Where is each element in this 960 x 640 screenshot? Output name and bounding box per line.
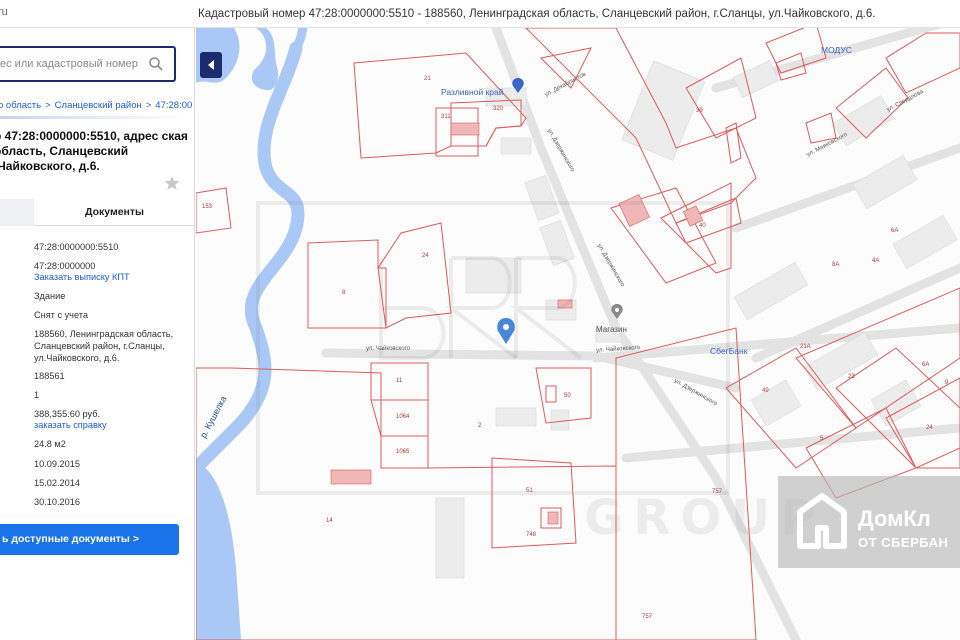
parcel-number: 50 xyxy=(564,393,571,399)
field-address: 188560, Ленинградская область, Сланцевск… xyxy=(34,329,174,363)
parcel-number: 21А xyxy=(800,344,811,350)
parcel-number: 14 xyxy=(326,518,333,524)
field-date-registered: 10.09.2015 xyxy=(34,459,80,469)
field-cadastral-number: 47:28:0000000:5510 xyxy=(34,242,119,252)
parcel-number: 6А xyxy=(922,362,930,368)
chevron-left-icon xyxy=(208,60,214,70)
poi-magazin[interactable]: Магазин xyxy=(596,325,627,334)
parcel-number: 8А xyxy=(832,262,840,268)
breadcrumb-region[interactable]: о область xyxy=(0,100,41,111)
banner-name: ДомКл xyxy=(858,506,931,531)
field-date-updated: 15.02.2014 xyxy=(34,478,80,488)
field-floors: 1 xyxy=(34,390,40,400)
search-icon[interactable] xyxy=(148,56,164,72)
poi-razlivnoy-krai[interactable]: Разливной край xyxy=(441,87,504,97)
field-index: 188561 xyxy=(34,371,65,381)
street-chaikovskogo: ул. Чайковского xyxy=(366,346,410,352)
field-area: 24.8 м2 xyxy=(34,439,66,449)
parcel-number: 49 xyxy=(762,388,769,394)
search-input[interactable] xyxy=(0,48,146,80)
field-date-removed: 30.10.2016 xyxy=(34,497,80,507)
parcel-number: 23 xyxy=(848,374,855,380)
parcel-number: 311 xyxy=(441,114,451,120)
parcel-number: 11 xyxy=(396,378,403,384)
order-certificate-link[interactable]: заказать справку xyxy=(34,419,192,431)
site-name: ru xyxy=(0,6,8,18)
breadcrumb: о область > Сланцевский район >47:28:00 xyxy=(0,100,193,111)
parcel-number: 1064 xyxy=(396,414,410,420)
collapse-panel-button[interactable] xyxy=(200,52,222,78)
field-object-type: Здание xyxy=(34,291,66,301)
poi-modus[interactable]: МОДУС xyxy=(821,45,852,55)
domklik-banner[interactable]: ДомКл ОТ СБЕРБАН xyxy=(778,476,960,568)
banner-subtitle: ОТ СБЕРБАН xyxy=(858,535,949,550)
parcel-number: 40 xyxy=(699,223,706,229)
breadcrumb-district[interactable]: Сланцевский район xyxy=(55,100,142,111)
parcel-number: 4А xyxy=(872,258,880,264)
top-bar: ru Кадастровый номер 47:28:0000000:5510 … xyxy=(0,0,960,28)
parcel-number: 24 xyxy=(422,253,429,259)
parcel-number: 757 xyxy=(642,614,653,620)
parcel-number: 24 xyxy=(926,425,933,431)
favorite-star-icon[interactable] xyxy=(164,175,180,191)
parcel-number: 1065 xyxy=(396,449,410,455)
tab-documents[interactable]: Документы xyxy=(34,199,194,226)
tab-info[interactable] xyxy=(0,199,34,226)
field-status: Снят с учета xyxy=(34,310,88,320)
parcel-number: 9 xyxy=(945,380,949,386)
parcel-number: 5 xyxy=(820,436,824,442)
breadcrumb-scroll-bar xyxy=(0,116,190,119)
parcel-number: 8 xyxy=(342,290,346,296)
selected-object-pin-group xyxy=(497,318,515,344)
available-documents-button[interactable]: ь доступные документы > xyxy=(0,524,179,555)
parcel-number: 153 xyxy=(202,204,213,210)
search-box[interactable] xyxy=(0,46,176,82)
parcel-number: 51 xyxy=(526,488,533,494)
parcel-number: 748 xyxy=(526,532,537,538)
object-title: р 47:28:0000000:5510, адрес ская область… xyxy=(0,129,188,173)
parcel-number: 320 xyxy=(493,106,504,112)
parcel-number: 2 xyxy=(478,423,482,429)
parcel-number: 21 xyxy=(424,76,431,82)
info-panel: о область>Сланцевский район>47:28:00 р 4… xyxy=(0,28,195,640)
page-heading: Кадастровый номер 47:28:0000000:5510 - 1… xyxy=(198,8,876,20)
order-kpt-link[interactable]: Заказать выписку КПТ xyxy=(34,271,192,283)
parcel-number: 6А xyxy=(891,228,899,234)
breadcrumb-quarter[interactable]: 47:28:00 xyxy=(155,100,192,111)
parcel-number: 39 xyxy=(696,108,703,114)
house-logo-icon xyxy=(797,493,847,549)
poi-sberbank[interactable]: СбегБанк xyxy=(710,346,747,356)
tabs: Документы xyxy=(0,199,194,226)
